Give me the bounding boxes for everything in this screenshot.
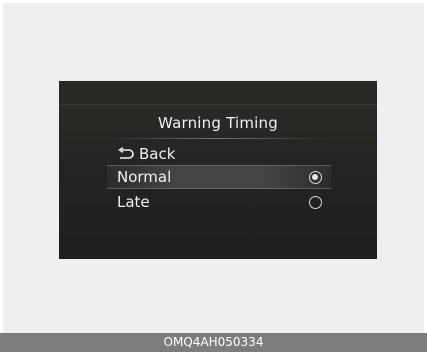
radio-selected-icon[interactable] — [309, 171, 322, 184]
menu-title: Warning Timing — [158, 114, 278, 132]
title-divider — [107, 138, 327, 139]
option-normal[interactable]: Normal — [107, 165, 331, 189]
figure-caption: OMQ4AH050334 — [0, 333, 427, 352]
figure-frame: Warning Timing Back Normal Late — [3, 3, 424, 349]
radio-unselected-icon[interactable] — [309, 196, 322, 209]
radio-dot — [312, 174, 319, 181]
display-screen: Warning Timing Back Normal Late — [59, 81, 377, 259]
screen-top-strip — [59, 81, 377, 105]
option-late[interactable]: Late — [107, 191, 331, 215]
back-button[interactable]: Back — [117, 143, 175, 165]
option-label: Normal — [117, 168, 172, 186]
back-label: Back — [139, 145, 176, 163]
back-arrow-icon — [118, 147, 134, 159]
option-label: Late — [117, 193, 150, 211]
